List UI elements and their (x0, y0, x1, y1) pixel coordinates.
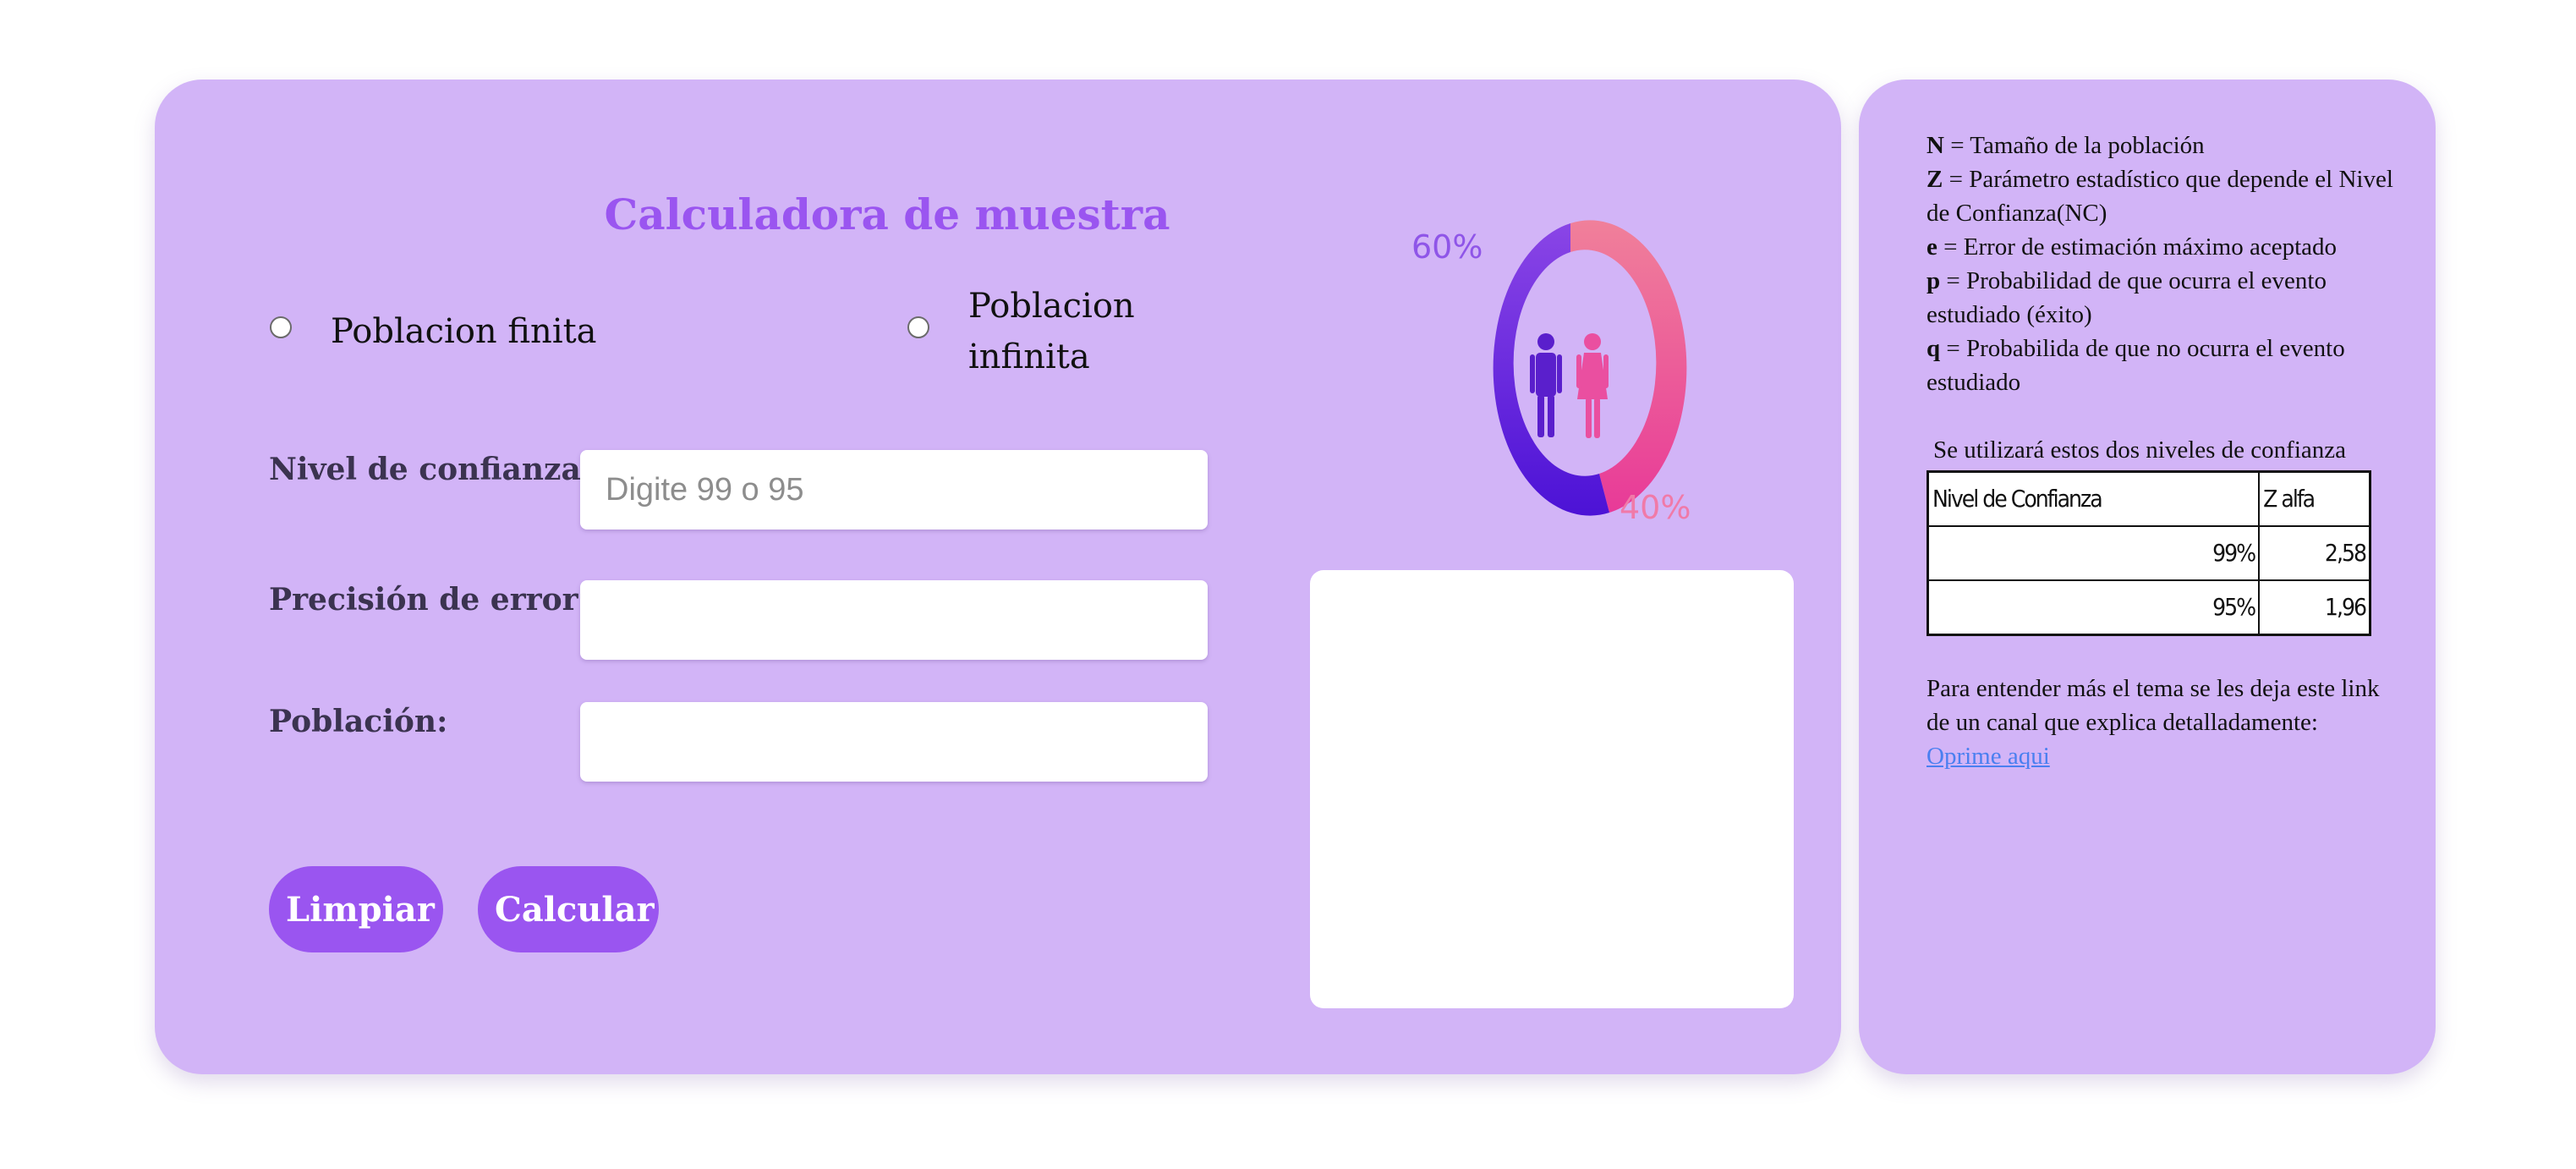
table-header-cell: Z alfa (2258, 470, 2371, 527)
clear-button[interactable]: Limpiar (269, 866, 443, 952)
error-precision-input[interactable] (580, 580, 1208, 660)
male-percent-label: 60% (1411, 228, 1483, 266)
table-header-row: Nivel de Confianza Z alfa (1927, 470, 2371, 527)
confidence-level-input[interactable] (580, 450, 1208, 530)
radio-infinite-label-line2: infinita (968, 338, 1090, 376)
radio-infinite-label: Poblacion infinita (968, 281, 1135, 382)
radio-finite-population[interactable] (270, 316, 292, 338)
table-cell: 99% (1927, 525, 2261, 581)
definition-z: Z = Parámetro estadístico que depende el… (1927, 166, 2393, 227)
gender-donut-illustration: 60% 40% (1411, 147, 1694, 536)
info-card: N = Tamaño de la población Z = Parámetro… (1859, 80, 2436, 1074)
definition-e: e = Error de estimación máximo aceptado (1927, 233, 2338, 261)
table-cell: 2,58 (2258, 525, 2371, 581)
female-percent-label: 40% (1620, 489, 1691, 526)
table-cell: 95% (1927, 579, 2261, 636)
confidence-level-label: Nivel de confianza : (269, 452, 603, 487)
donut-svg (1493, 220, 1687, 516)
table-cell: 1,96 (2258, 579, 2371, 636)
table-header-cell: Nivel de Confianza (1927, 470, 2261, 527)
definition-q: q = Probabilida de que no ocurra el even… (1927, 335, 2345, 396)
radio-finite-label: Poblacion finita (331, 312, 597, 351)
error-precision-label: Precisión de error: (269, 582, 589, 617)
confidence-intro: Se utilizará estos dos niveles de confia… (1933, 436, 2347, 464)
info-content: N = Tamaño de la población Z = Parámetro… (1927, 129, 2409, 773)
resource-link[interactable]: Oprime aqui (1927, 743, 2050, 770)
population-label: Población: (269, 704, 448, 739)
population-input[interactable] (580, 702, 1208, 782)
definition-n: N = Tamaño de la población (1927, 132, 2205, 159)
calculate-button[interactable]: Calcular (478, 866, 659, 952)
female-figure-icon (1576, 333, 1609, 438)
table-row: 95% 1,96 (1927, 579, 2371, 636)
radio-infinite-population[interactable] (907, 316, 929, 338)
calculator-card: Calculadora de muestra Poblacion finita … (155, 80, 1841, 1074)
radio-infinite-label-line1: Poblacion (968, 287, 1135, 326)
male-figure-icon (1530, 333, 1562, 437)
page-title: Calculadora de muestra (604, 189, 1170, 239)
result-output-box (1310, 570, 1794, 1008)
table-row: 99% 2,58 (1927, 525, 2371, 581)
definition-p: p = Probabilidad de que ocurra el evento… (1927, 267, 2327, 328)
confidence-table: Nivel de Confianza Z alfa 99% 2,58 95% 1… (1927, 470, 2371, 636)
resource-text: Para entender más el tema se les deja es… (1927, 675, 2380, 736)
